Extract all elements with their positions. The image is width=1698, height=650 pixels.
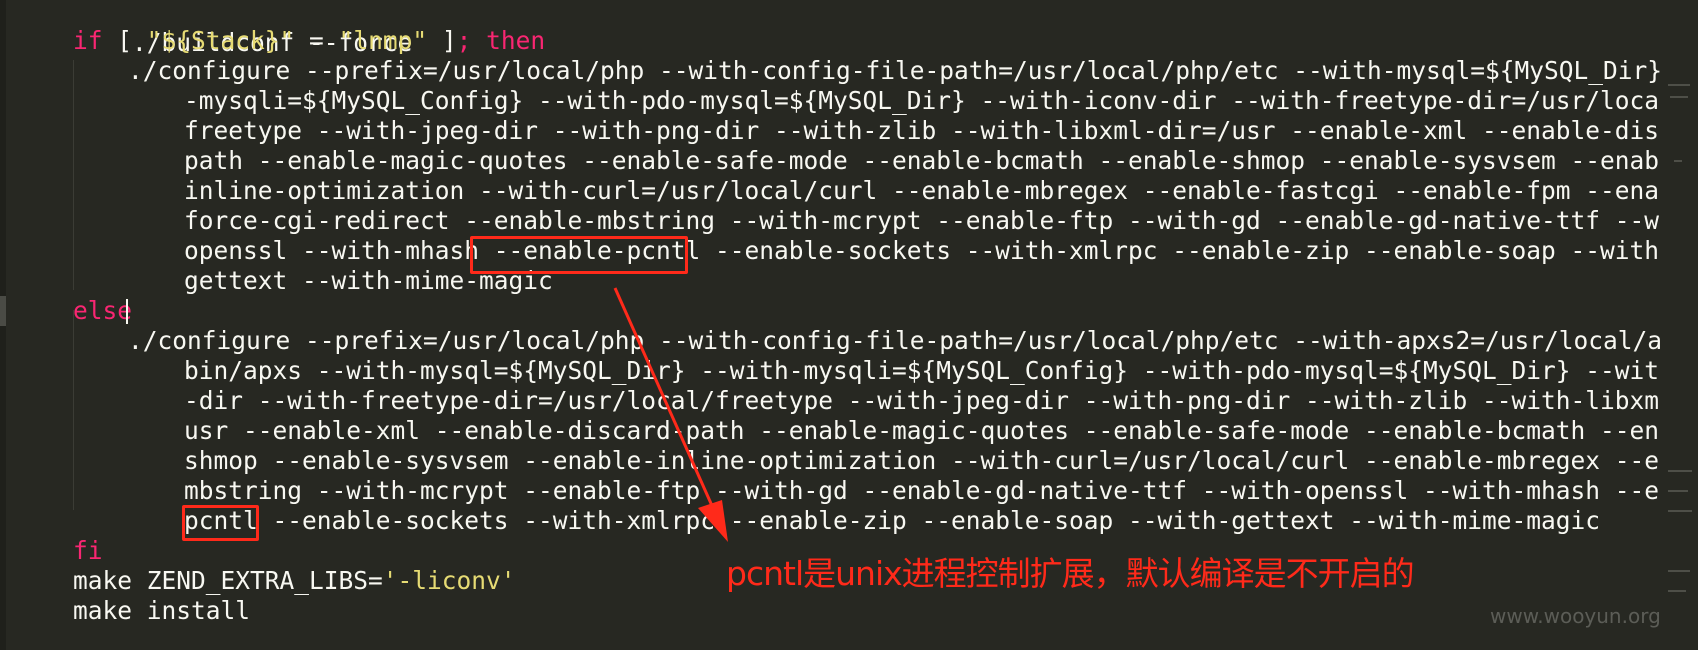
minimap-line	[1668, 490, 1688, 492]
code-line-wrap[interactable]: bin/apxs --with-mysql=${MySQL_Dir} --wit…	[184, 356, 1698, 386]
code-line-if[interactable]: if [ "${Stack}" = "lnmp" ]; then	[73, 26, 545, 56]
code-text: -mysqli=${MySQL_Config} --with-pdo-mysql…	[184, 86, 1689, 115]
code-line-wrap[interactable]: inline-optimization --with-curl=/usr/loc…	[184, 176, 1698, 206]
minimap-line	[1668, 84, 1690, 86]
code-line-wrap[interactable]: force-cgi-redirect --enable-mbstring --w…	[184, 206, 1698, 236]
code-text: force-cgi-redirect --enable-mbstring --w…	[184, 206, 1698, 235]
code-line-wrap[interactable]: -dir --with-freetype-dir=/usr/local/free…	[184, 386, 1698, 416]
watermark: www.wooyun.org	[1490, 604, 1661, 628]
text-cursor	[126, 299, 128, 324]
string-lnmp: "lnmp"	[338, 26, 428, 55]
string-stack: "${Stack}"	[146, 26, 295, 55]
code-line-wrap[interactable]: usr --enable-xml --enable-discard-path -…	[184, 416, 1698, 446]
code-line-wrap[interactable]: path --enable-magic-quotes --enable-safe…	[184, 146, 1698, 176]
code-line-make-install[interactable]: make install	[73, 596, 250, 626]
code-text: make ZEND_EXTRA_LIBS=	[73, 566, 383, 595]
indent-guide	[73, 60, 74, 290]
current-line-gutter-marker	[0, 296, 6, 326]
keyword-fi: fi	[73, 536, 103, 565]
minimap[interactable]	[1660, 0, 1698, 650]
code-text: freetype --with-jpeg-dir --with-png-dir …	[184, 116, 1698, 145]
minimap-line	[1668, 510, 1692, 512]
code-text: make install	[73, 596, 251, 625]
code-line-fi[interactable]: fi	[73, 536, 103, 566]
code-text: =	[294, 26, 339, 55]
indent-guide	[73, 310, 74, 510]
code-text: -dir --with-freetype-dir=/usr/local/free…	[184, 386, 1698, 415]
keyword-then: ; then	[456, 26, 546, 55]
code-text: ]	[427, 26, 457, 55]
code-line-make-extra-libs[interactable]: make ZEND_EXTRA_LIBS='-liconv'	[73, 566, 516, 596]
minimap-line	[1668, 590, 1686, 592]
code-text: ./configure --prefix=/usr/local/php --wi…	[128, 56, 1698, 85]
code-line-else[interactable]: else	[73, 296, 132, 326]
code-text: bin/apxs --with-mysql=${MySQL_Dir} --wit…	[184, 356, 1698, 385]
minimap-line	[1668, 470, 1692, 472]
code-text: mbstring --with-mcrypt --enable-ftp --wi…	[184, 476, 1698, 505]
code-text: pcntl --enable-sockets --with-xmlrpc --e…	[184, 506, 1601, 535]
annotation-text: pcntl是unix进程控制扩展，默认编译是不开启的	[726, 554, 1415, 593]
code-line-wrap[interactable]: freetype --with-jpeg-dir --with-png-dir …	[184, 116, 1698, 146]
code-line-wrap[interactable]: mbstring --with-mcrypt --enable-ftp --wi…	[184, 476, 1698, 506]
code-line-wrap[interactable]: -mysqli=${MySQL_Config} --with-pdo-mysql…	[184, 86, 1689, 116]
code-text: [	[102, 26, 147, 55]
minimap-line	[1668, 570, 1690, 572]
code-line-configure-lnmp[interactable]: ./configure --prefix=/usr/local/php --wi…	[128, 56, 1698, 86]
code-line-configure-apache[interactable]: ./configure --prefix=/usr/local/php --wi…	[128, 326, 1698, 356]
minimap-line	[1670, 96, 1688, 98]
string-liconv: '-liconv'	[382, 566, 516, 595]
highlight-box-enable-pcntl	[470, 236, 688, 274]
highlight-box-pcntl	[182, 505, 259, 541]
code-text: usr --enable-xml --enable-discard-path -…	[184, 416, 1698, 445]
minimap-line	[1674, 160, 1682, 162]
code-text: ./configure --prefix=/usr/local/php --wi…	[128, 326, 1698, 355]
code-text: path --enable-magic-quotes --enable-safe…	[184, 146, 1698, 175]
code-text: inline-optimization --with-curl=/usr/loc…	[184, 176, 1698, 205]
code-line-wrap[interactable]: shmop --enable-sysvsem --enable-inline-o…	[184, 446, 1698, 476]
code-line-wrap[interactable]: openssl --with-mhash --enable-pcntl --en…	[184, 236, 1674, 266]
code-text: shmop --enable-sysvsem --enable-inline-o…	[184, 446, 1698, 475]
keyword-if: if	[73, 26, 103, 55]
code-editor[interactable]: ./buildconf --force if [ "${Stack}" = "l…	[0, 0, 1698, 650]
code-text: openssl --with-mhash --enable-pcntl --en…	[184, 236, 1674, 265]
keyword-else: else	[73, 296, 133, 325]
code-line-wrap[interactable]: pcntl --enable-sockets --with-xmlrpc --e…	[184, 506, 1600, 536]
